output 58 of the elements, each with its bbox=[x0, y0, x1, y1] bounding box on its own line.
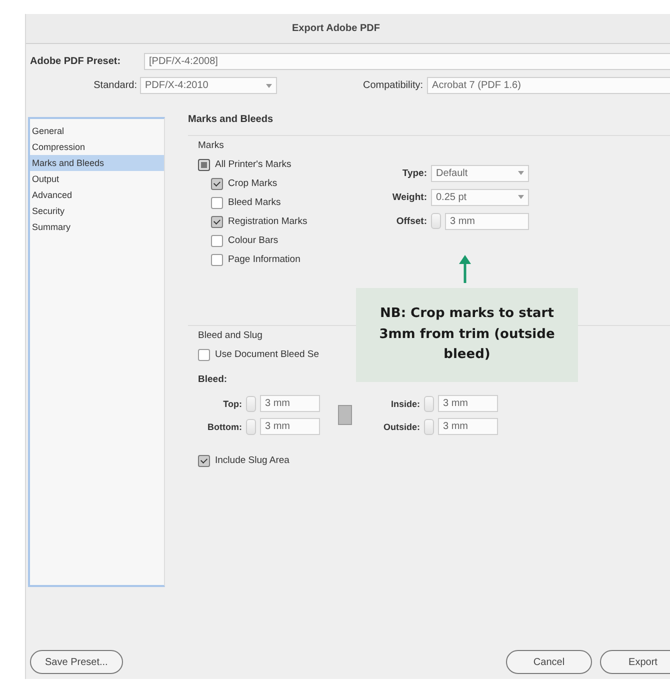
sidebar-item[interactable]: Marks and Bleeds bbox=[30, 155, 164, 171]
bleed-field[interactable]: 3 mm bbox=[438, 418, 498, 435]
checkbox[interactable] bbox=[198, 348, 210, 360]
group-title: Marks bbox=[198, 140, 224, 151]
weight-dropdown[interactable]: 0.25 pt bbox=[431, 188, 529, 206]
offset-field[interactable]: 3 mm bbox=[445, 212, 529, 230]
checkbox[interactable] bbox=[198, 454, 210, 466]
field-label: Top: bbox=[222, 398, 243, 408]
stepper-icon[interactable] bbox=[424, 418, 434, 434]
save-preset-button[interactable]: Save Preset... bbox=[30, 650, 123, 674]
bleed-field[interactable]: 3 mm bbox=[260, 418, 320, 435]
field-label: Bottom: bbox=[206, 422, 243, 432]
sidebar-item[interactable]: Output bbox=[30, 171, 164, 187]
preset-dropdown[interactable]: [PDF/X-4:2008] bbox=[144, 53, 670, 70]
stepper-icon[interactable] bbox=[246, 396, 256, 412]
sidebar-item[interactable]: Security bbox=[30, 203, 164, 219]
checkbox[interactable] bbox=[211, 234, 223, 246]
window-title: Export Adobe PDF bbox=[292, 23, 380, 34]
type-dropdown[interactable]: Default bbox=[431, 164, 529, 182]
checkbox-label: Colour Bars bbox=[228, 235, 278, 246]
field-label: Standard: bbox=[92, 80, 138, 91]
checkbox-label: Include Slug Area bbox=[215, 455, 290, 466]
checkbox-label: Page Information bbox=[228, 254, 300, 265]
sidebar-item[interactable]: Advanced bbox=[30, 187, 164, 203]
field-label: Adobe PDF Preset: bbox=[30, 56, 122, 67]
checkbox-label: Use Document Bleed Se bbox=[215, 349, 320, 360]
sidebar-item[interactable]: General bbox=[30, 123, 164, 139]
checkbox-label: Bleed Marks bbox=[228, 197, 281, 208]
compatibility-dropdown[interactable]: Acrobat 7 (PDF 1.6) bbox=[427, 77, 670, 94]
field-label: Inside: bbox=[390, 398, 421, 408]
checkbox[interactable] bbox=[198, 158, 210, 170]
export-button[interactable]: Export bbox=[600, 650, 670, 674]
group-title: Bleed: bbox=[198, 374, 228, 385]
group-title: Bleed and Slug bbox=[198, 330, 262, 341]
section-title: Marks and Bleeds bbox=[188, 114, 274, 125]
checkbox[interactable] bbox=[211, 178, 223, 190]
checkbox[interactable] bbox=[211, 216, 223, 228]
bleed-field[interactable]: 3 mm bbox=[438, 395, 498, 412]
sidebar-item[interactable]: Compression bbox=[30, 139, 164, 155]
field-label: Compatibility: bbox=[363, 80, 424, 91]
stepper-icon[interactable] bbox=[246, 418, 256, 434]
arrow-up-icon bbox=[458, 255, 472, 283]
field-label: Outside: bbox=[382, 422, 421, 432]
checkbox-label: Crop Marks bbox=[228, 178, 278, 189]
field-label: Offset: bbox=[395, 216, 428, 226]
checkbox-label: All Printer's Marks bbox=[215, 159, 292, 170]
sidebar-item[interactable]: Summary bbox=[30, 219, 164, 235]
field-label: Type: bbox=[401, 168, 428, 178]
checkbox-label: Registration Marks bbox=[228, 216, 308, 227]
bleed-field[interactable]: 3 mm bbox=[260, 395, 320, 412]
callout-note: NB: Crop marks to start 3mm from trim (outside bleed) bbox=[356, 288, 578, 382]
stepper-icon[interactable] bbox=[431, 213, 441, 229]
checkbox[interactable] bbox=[211, 196, 223, 208]
cancel-button[interactable]: Cancel bbox=[506, 650, 592, 674]
standard-dropdown[interactable]: PDF/X-4:2010 bbox=[140, 77, 277, 94]
checkbox[interactable] bbox=[211, 254, 223, 266]
field-label: Weight: bbox=[391, 192, 428, 202]
stepper-icon[interactable] bbox=[424, 396, 434, 412]
